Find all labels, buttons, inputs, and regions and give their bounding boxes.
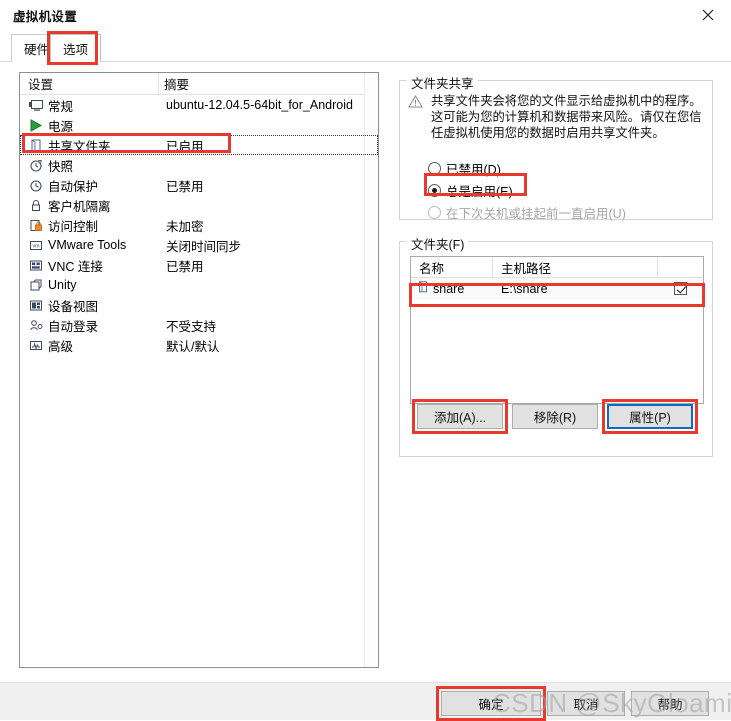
settings-list-rows: 常规 ubuntu-12.04.5-64bit_for_Android 电源 共… [20,95,378,355]
settings-list-panel: 设置 摘要 常规 ubuntu-12.04.5-64bit_for_Androi… [19,72,379,668]
radio-always-enabled-mark [428,184,441,197]
close-button[interactable] [685,0,731,30]
settings-row-guest-isolation-label: 客户机隔离 [48,199,111,214]
column-header-setting: 设置 [28,78,54,92]
settings-row-advanced-summary: 默认/默认 [166,339,220,354]
folders-column-name: 名称 [411,257,493,277]
folder-row-enabled-checkbox[interactable] [674,282,687,295]
settings-list-header: 设置 摘要 [20,73,378,95]
settings-row-autologin-summary: 不受支持 [166,319,217,334]
radio-until-shutdown: 在下次关机或挂起前一直启用(U) [428,203,626,222]
settings-row-general-summary: ubuntu-12.04.5-64bit_for_Android [166,98,353,112]
add-folder-button[interactable]: 添加(A)... [417,404,503,429]
settings-row-vnc-label: VNC 连接 [48,259,103,274]
settings-row-snapshot-label: 快照 [48,159,74,174]
window-title: 虚拟机设置 [13,9,78,24]
shared-folder-icon [28,138,44,153]
table-row[interactable]: share E:\share [411,278,703,299]
settings-row-access-control-label: 访问控制 [48,219,99,234]
tab-options-label: 选项 [63,43,89,57]
settings-row-device-view[interactable]: 设备视图 [20,295,378,315]
advanced-icon [28,338,44,353]
warning-triangle-icon [408,95,424,141]
vmware-tools-icon: vm [28,238,44,253]
settings-row-device-view-label: 设备视图 [48,299,99,314]
settings-row-vnc[interactable]: VNC 连接 已禁用 [20,255,378,275]
radio-disabled-label: 已禁用(D) [446,163,501,177]
settings-row-general-label: 常规 [48,99,74,114]
settings-row-power[interactable]: 电源 [20,115,378,135]
lock-icon [28,198,44,213]
settings-row-unity[interactable]: Unity [20,275,378,295]
settings-row-vmware-tools-label: VMware Tools [48,238,127,252]
settings-row-shared-folders-summary: 已启用 [166,139,204,154]
settings-row-access-control[interactable]: 访问控制 未加密 [20,215,378,235]
remove-folder-button[interactable]: 移除(R) [512,404,598,429]
settings-row-advanced-label: 高级 [48,339,74,354]
ok-button[interactable]: 确定 [441,691,541,716]
folder-sharing-warning-text: 共享文件夹会将您的文件显示给虚拟机中的程序。这可能为您的计算机和数据带来风险。请… [431,94,702,140]
radio-disabled-mark [428,162,441,175]
folders-column-host-path: 主机路径 [493,257,658,277]
radio-disabled[interactable]: 已禁用(D) [428,159,501,178]
radio-always-enabled[interactable]: 总是启用(E) [428,181,513,200]
folders-table: 名称 主机路径 share E:\share [410,256,704,404]
settings-row-autoprotect-label: 自动保护 [48,179,99,194]
settings-row-autologin-label: 自动登录 [48,319,99,334]
folder-sharing-warning: 共享文件夹会将您的文件显示给虚拟机中的程序。这可能为您的计算机和数据带来风险。请… [408,93,704,141]
folder-row-host-path: E:\share [501,281,548,296]
snapshot-icon [28,158,44,173]
svg-text:vm: vm [32,243,40,249]
settings-row-power-label: 电源 [48,119,74,134]
folders-table-header: 名称 主机路径 [411,257,703,278]
settings-row-advanced[interactable]: 高级 默认/默认 [20,335,378,355]
folder-icon [417,281,429,296]
tab-hardware-label: 硬件 [24,43,50,57]
settings-row-autoprotect[interactable]: 自动保护 已禁用 [20,175,378,195]
clock-icon [28,178,44,193]
close-icon [702,9,714,21]
settings-row-shared-folders-label: 共享文件夹 [48,139,111,154]
folders-legend: 文件夹(F) [407,234,469,253]
access-lock-icon [28,218,44,233]
cancel-button[interactable]: 取消 [547,691,625,716]
folder-sharing-legend: 文件夹共享 [407,73,478,92]
monitor-icon [28,98,44,113]
radio-until-shutdown-label: 在下次关机或挂起前一直启用(U) [446,207,626,221]
unity-icon [28,278,44,293]
settings-row-snapshot[interactable]: 快照 [20,155,378,175]
tab-options[interactable]: 选项 [50,34,102,62]
radio-until-shutdown-mark [428,206,441,219]
folder-row-name-cell: share [411,278,493,299]
vnc-icon [28,258,44,273]
title-bar: 虚拟机设置 [0,0,731,30]
settings-row-autologin[interactable]: 自动登录 不受支持 [20,315,378,335]
settings-row-vnc-summary: 已禁用 [166,259,204,274]
settings-row-general[interactable]: 常规 ubuntu-12.04.5-64bit_for_Android [20,95,378,115]
help-button[interactable]: 帮助 [631,691,709,716]
tab-strip: 硬件 选项 [0,30,731,62]
folders-column-enabled [658,257,703,277]
folder-sharing-group: 文件夹共享 共享文件夹会将您的文件显示给虚拟机中的程序。这可能为您的计算机和数据… [399,73,713,222]
settings-row-vmware-tools-summary: 关闭时间同步 [166,239,242,254]
autologin-icon [28,318,44,333]
folder-row-name: share [433,281,465,296]
settings-row-guest-isolation[interactable]: 客户机隔离 [20,195,378,215]
folder-row-enabled-cell[interactable] [658,278,703,299]
settings-row-autoprotect-summary: 已禁用 [166,179,204,194]
settings-row-vmware-tools[interactable]: vm VMware Tools 关闭时间同步 [20,235,378,255]
folder-properties-button[interactable]: 属性(P) [607,404,693,429]
column-header-summary: 摘要 [158,73,378,94]
settings-row-access-control-summary: 未加密 [166,219,204,234]
power-icon [28,118,44,133]
settings-row-unity-label: Unity [48,278,77,292]
settings-row-shared-folders[interactable]: 共享文件夹 已启用 [20,135,378,155]
device-view-icon [28,298,44,313]
radio-always-enabled-label: 总是启用(E) [446,185,513,199]
